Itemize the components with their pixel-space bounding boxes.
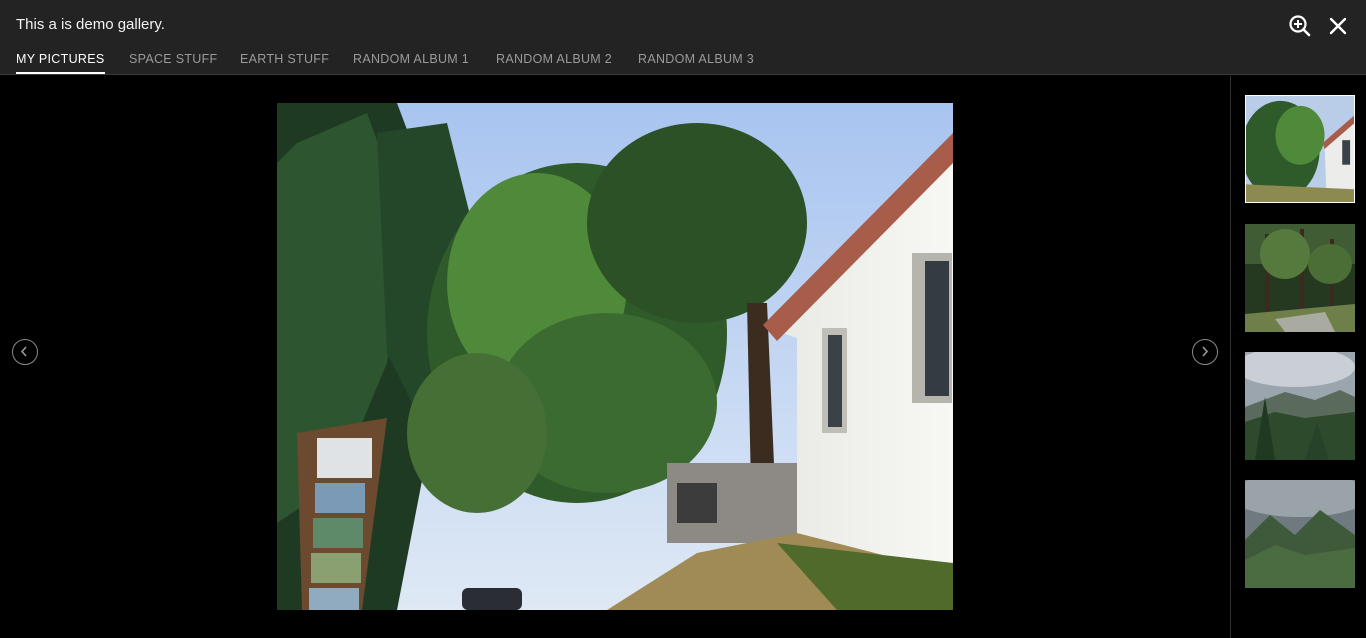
tab-random-album-3[interactable]: RANDOM ALBUM 3 <box>638 52 754 75</box>
thumbnail-green-mountains[interactable] <box>1245 480 1355 588</box>
thumbnail-strip <box>1230 76 1366 638</box>
chevron-right-icon <box>1202 346 1209 357</box>
tab-earth-stuff[interactable]: EARTH STUFF <box>240 52 329 75</box>
image-stage <box>0 76 1230 638</box>
previous-image-button[interactable] <box>12 339 38 365</box>
close-icon <box>1329 17 1347 35</box>
thumbnail-trees-building[interactable] <box>1245 95 1355 203</box>
chevron-left-icon <box>20 346 27 357</box>
next-image-button[interactable] <box>1192 339 1218 365</box>
thumbnail-image <box>1245 352 1355 460</box>
tab-random-album-2[interactable]: RANDOM ALBUM 2 <box>496 52 612 75</box>
zoom-button[interactable] <box>1287 13 1313 39</box>
gallery-title: This a is demo gallery. <box>16 16 165 33</box>
main-photo <box>277 103 953 610</box>
thumbnail-image <box>1246 96 1354 202</box>
tab-my-pictures[interactable]: MY PICTURES <box>16 52 105 75</box>
gallery-header: This a is demo gallery. MY PICTURES SPAC… <box>0 0 1366 75</box>
zoom-in-icon <box>1289 15 1311 37</box>
thumbnail-image <box>1245 224 1355 332</box>
tab-random-album-1[interactable]: RANDOM ALBUM 1 <box>353 52 469 75</box>
thumbnail-image <box>1245 480 1355 588</box>
thumbnail-pine-forest[interactable] <box>1245 224 1355 332</box>
close-button[interactable] <box>1325 13 1351 39</box>
thumbnail-mountain-valley[interactable] <box>1245 352 1355 460</box>
tab-space-stuff[interactable]: SPACE STUFF <box>129 52 218 75</box>
trees-building-photo <box>277 103 953 610</box>
